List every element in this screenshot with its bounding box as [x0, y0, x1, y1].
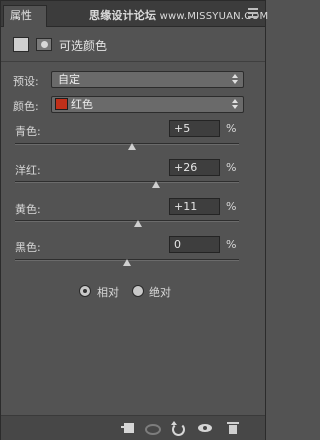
- colors-label: 颜色:: [13, 100, 39, 113]
- yellow-slider-track[interactable]: [15, 220, 239, 222]
- color-swatch-icon: [55, 98, 68, 110]
- yellow-unit: %: [226, 200, 237, 213]
- magenta-input[interactable]: +26: [169, 159, 220, 176]
- adjustment-title: 可选颜色: [59, 39, 108, 53]
- black-slider-thumb[interactable]: [123, 259, 131, 266]
- clip-to-layer-icon[interactable]: [121, 421, 135, 435]
- magenta-slider-track[interactable]: [15, 181, 239, 183]
- bottom-toolbar: [1, 415, 265, 440]
- yellow-input[interactable]: +11: [169, 198, 220, 215]
- absolute-label[interactable]: 绝对: [149, 284, 171, 300]
- magenta-unit: %: [226, 161, 237, 174]
- panel-menu-icon[interactable]: [248, 8, 260, 18]
- absolute-radio[interactable]: [132, 285, 144, 297]
- tab-properties[interactable]: 属性: [3, 5, 47, 27]
- colors-select[interactable]: 红色: [51, 96, 244, 113]
- layer-mask-icon[interactable]: [36, 38, 52, 51]
- adjustment-header: 可选颜色: [1, 28, 265, 62]
- preset-select[interactable]: 自定: [51, 71, 244, 88]
- properties-panel: 属性 思缘设计论坛 www.MISSYUAN.COM 可选颜色 预设: 自定 颜…: [0, 0, 268, 440]
- panel-tab-bar: 属性 思缘设计论坛 www.MISSYUAN.COM: [1, 1, 268, 27]
- watermark: 思缘设计论坛 www.MISSYUAN.COM: [89, 7, 268, 23]
- cyan-slider-thumb[interactable]: [127, 143, 136, 150]
- watermark-cn: 思缘设计论坛: [89, 9, 157, 22]
- black-unit: %: [226, 238, 237, 251]
- select-arrows-icon: [232, 74, 239, 85]
- relative-label[interactable]: 相对: [97, 284, 119, 300]
- visibility-eye-icon[interactable]: [198, 421, 212, 435]
- reset-icon[interactable]: [170, 421, 185, 436]
- relative-radio[interactable]: [79, 285, 91, 297]
- black-input[interactable]: 0: [169, 236, 220, 253]
- black-label: 黑色:: [15, 241, 41, 254]
- preset-value: 自定: [58, 73, 80, 86]
- colors-value: 红色: [71, 98, 93, 111]
- yellow-slider-thumb[interactable]: [134, 220, 143, 227]
- adjustment-layer-icon[interactable]: [13, 37, 29, 52]
- magenta-slider-thumb[interactable]: [152, 181, 161, 188]
- magenta-label: 洋红:: [15, 164, 41, 177]
- view-previous-icon[interactable]: [144, 421, 161, 435]
- trash-icon[interactable]: [226, 421, 240, 435]
- cyan-unit: %: [226, 122, 237, 135]
- select-arrows-icon: [232, 99, 239, 110]
- yellow-label: 黄色:: [15, 203, 41, 216]
- preset-label: 预设:: [13, 75, 39, 88]
- cyan-label: 青色:: [15, 125, 41, 138]
- cyan-input[interactable]: +5: [169, 120, 220, 137]
